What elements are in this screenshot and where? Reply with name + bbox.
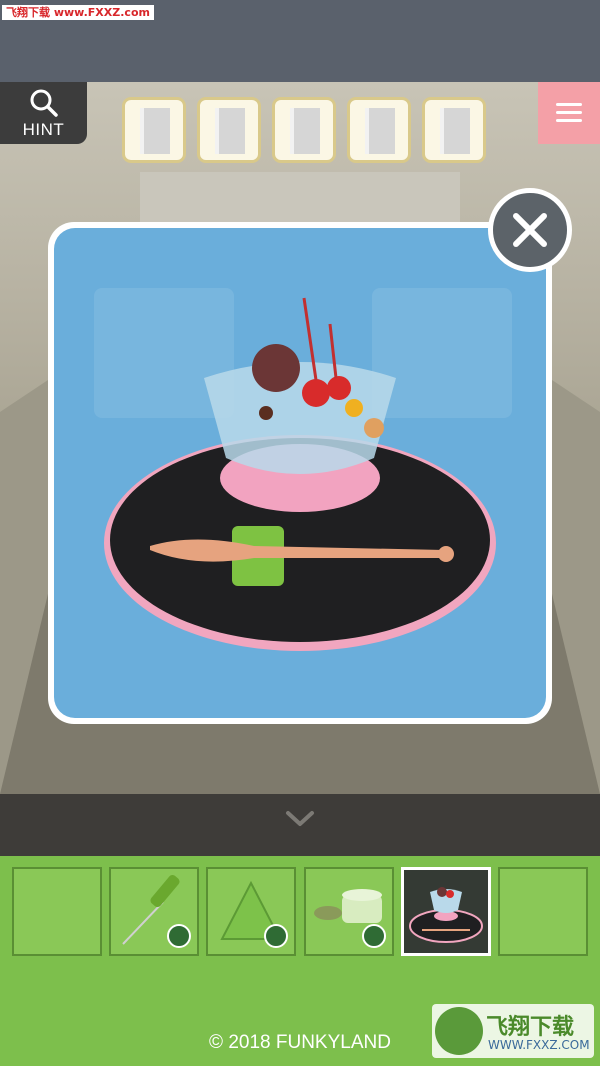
inventory-slot-1[interactable] [12, 867, 102, 956]
inventory-slot-6[interactable] [498, 867, 588, 956]
anmitsu-dessert-image [94, 288, 512, 651]
brand-name: 飞翔下载 [486, 1015, 575, 1040]
item-zoom-view [54, 228, 546, 718]
inventory-slot-3[interactable] [206, 867, 296, 956]
hint-button[interactable]: HINT [0, 82, 87, 144]
check-icon [167, 924, 191, 948]
close-button[interactable] [488, 188, 572, 272]
search-icon [30, 89, 58, 117]
item-slot-5[interactable] [422, 97, 486, 163]
item-slot-4[interactable] [347, 97, 411, 163]
inventory-slot-4[interactable] [304, 867, 394, 956]
check-icon [264, 924, 288, 948]
status-area: 飞翔下载 www.FXXZ.com [0, 0, 600, 82]
menu-icon [556, 103, 582, 106]
chevron-down-icon[interactable] [284, 808, 316, 830]
dessert-icon [409, 887, 483, 943]
item-slot-3[interactable] [272, 97, 336, 163]
watermark-top: 飞翔下载 www.FXXZ.com [2, 5, 154, 20]
close-icon [513, 213, 547, 247]
brand-logo-icon [435, 1007, 483, 1055]
item-slot-2[interactable] [197, 97, 261, 163]
check-icon [362, 924, 386, 948]
menu-button[interactable] [538, 82, 600, 144]
door-icon [365, 108, 395, 154]
brand-watermark: 飞翔下载 WWW.FXXZ.COM [432, 1004, 594, 1058]
door-icon [290, 108, 320, 154]
door-icon [215, 108, 245, 154]
item-slot-1[interactable] [122, 97, 186, 163]
inventory-slot-2[interactable] [109, 867, 199, 956]
door-icon [440, 108, 470, 154]
hint-label: HINT [22, 120, 65, 139]
item-zoom-panel [48, 222, 552, 724]
inventory-slot-5[interactable] [401, 867, 491, 956]
door-icon [140, 108, 170, 154]
brand-url: WWW.FXXZ.COM [488, 1038, 590, 1052]
